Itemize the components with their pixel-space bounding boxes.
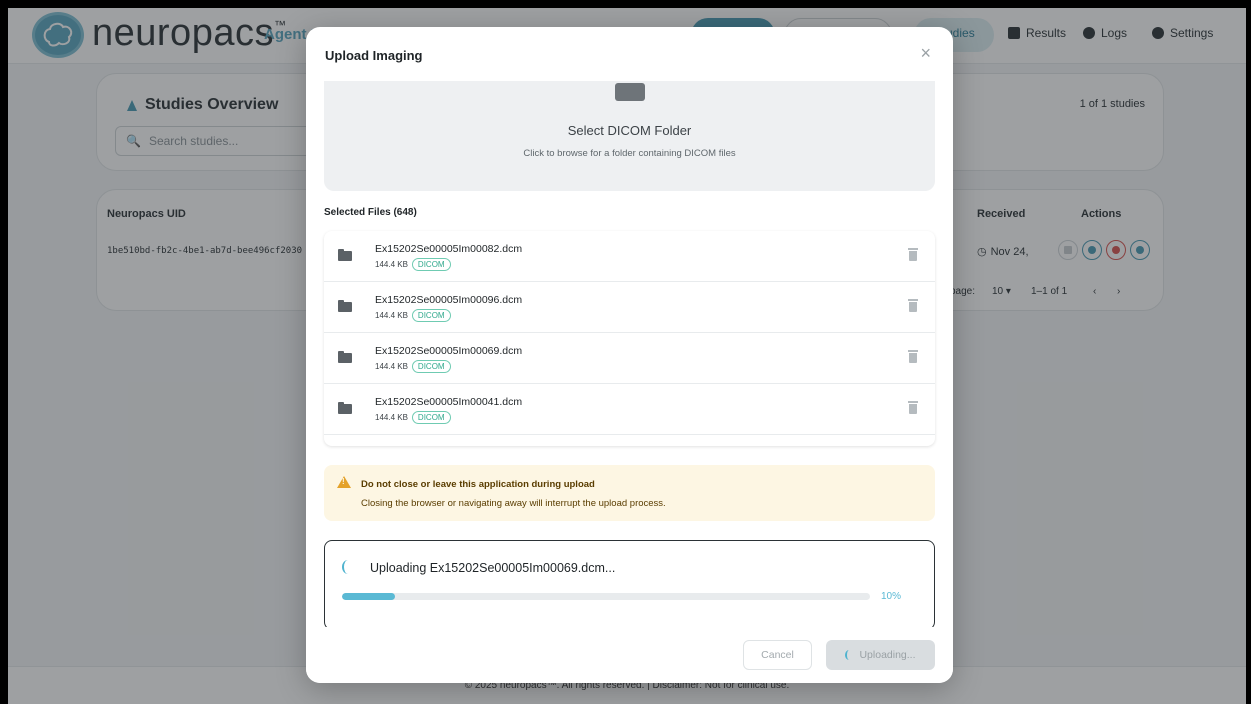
upload-imaging-modal: Upload Imaging × Select DICOM Folder Cli…	[306, 27, 953, 683]
folder-icon	[338, 351, 352, 363]
modal-footer: Cancel Uploading...	[306, 627, 953, 683]
cancel-button[interactable]: Cancel	[743, 640, 812, 670]
file-name: Ex15202Se00005Im00069.dcm	[375, 345, 523, 357]
file-item: Ex15202Se00005Im00069.dcm 144.4 KB DICOM	[324, 333, 935, 384]
dicom-folder-dropzone[interactable]: Select DICOM Folder Click to browse for …	[324, 81, 935, 191]
trash-icon[interactable]	[908, 401, 918, 414]
file-size: 144.4 KB	[375, 260, 408, 269]
trash-icon[interactable]	[908, 350, 918, 363]
file-item: Ex15202Se00005Im00041.dcm 144.4 KB DICOM	[324, 384, 935, 435]
file-type-badge: DICOM	[411, 309, 451, 322]
folder-icon	[338, 249, 352, 261]
file-type-badge: DICOM	[411, 258, 451, 271]
warning-text: Closing the browser or navigating away w…	[361, 498, 666, 509]
selected-files-list[interactable]: Ex15202Se00005Im00082.dcm 144.4 KB DICOM …	[324, 231, 935, 446]
trash-icon[interactable]	[908, 299, 918, 312]
file-item: Ex15202Se00005Im00082.dcm 144.4 KB DICOM	[324, 231, 935, 282]
file-meta: 144.4 KB DICOM	[375, 411, 451, 424]
spinner-icon	[342, 560, 354, 574]
progress-percent: 10%	[881, 591, 902, 602]
app-viewport: neuropacs™ Agent P udies Results Logs Se…	[8, 8, 1246, 704]
close-icon[interactable]: ×	[920, 44, 931, 62]
upload-warning-banner: Do not close or leave this application d…	[324, 465, 935, 521]
folder-icon	[338, 300, 352, 312]
warning-title: Do not close or leave this application d…	[361, 479, 595, 490]
file-type-badge: DICOM	[411, 411, 451, 424]
file-name: Ex15202Se00005Im00041.dcm	[375, 396, 523, 408]
trash-icon[interactable]	[908, 248, 918, 261]
uploading-button[interactable]: Uploading...	[826, 640, 935, 670]
dropzone-title: Select DICOM Folder	[567, 123, 692, 138]
progress-bar	[342, 593, 870, 600]
file-size: 144.4 KB	[375, 311, 408, 320]
file-meta: 144.4 KB DICOM	[375, 309, 451, 322]
folder-icon	[338, 402, 352, 414]
progress-bar-fill	[342, 593, 395, 600]
file-name: Ex15202Se00005Im00082.dcm	[375, 243, 523, 255]
spinner-icon	[845, 650, 853, 660]
warning-icon	[337, 476, 351, 488]
file-name: Ex15202Se00005Im00096.dcm	[375, 294, 523, 306]
file-item: Ex15202Se00005Im00096.dcm 144.4 KB DICOM	[324, 282, 935, 333]
file-meta: 144.4 KB DICOM	[375, 360, 451, 373]
file-size: 144.4 KB	[375, 362, 408, 371]
upload-progress-card: Uploading Ex15202Se00005Im00069.dcm... 1…	[324, 540, 935, 630]
file-meta: 144.4 KB DICOM	[375, 258, 451, 271]
modal-title: Upload Imaging	[325, 48, 423, 63]
selected-files-label: Selected Files (648)	[324, 207, 417, 218]
upload-status-text: Uploading Ex15202Se00005Im00069.dcm...	[370, 561, 616, 575]
dropzone-subtitle: Click to browse for a folder containing …	[523, 148, 736, 159]
file-type-badge: DICOM	[411, 360, 451, 373]
file-size: 144.4 KB	[375, 413, 408, 422]
folder-icon	[615, 83, 645, 101]
